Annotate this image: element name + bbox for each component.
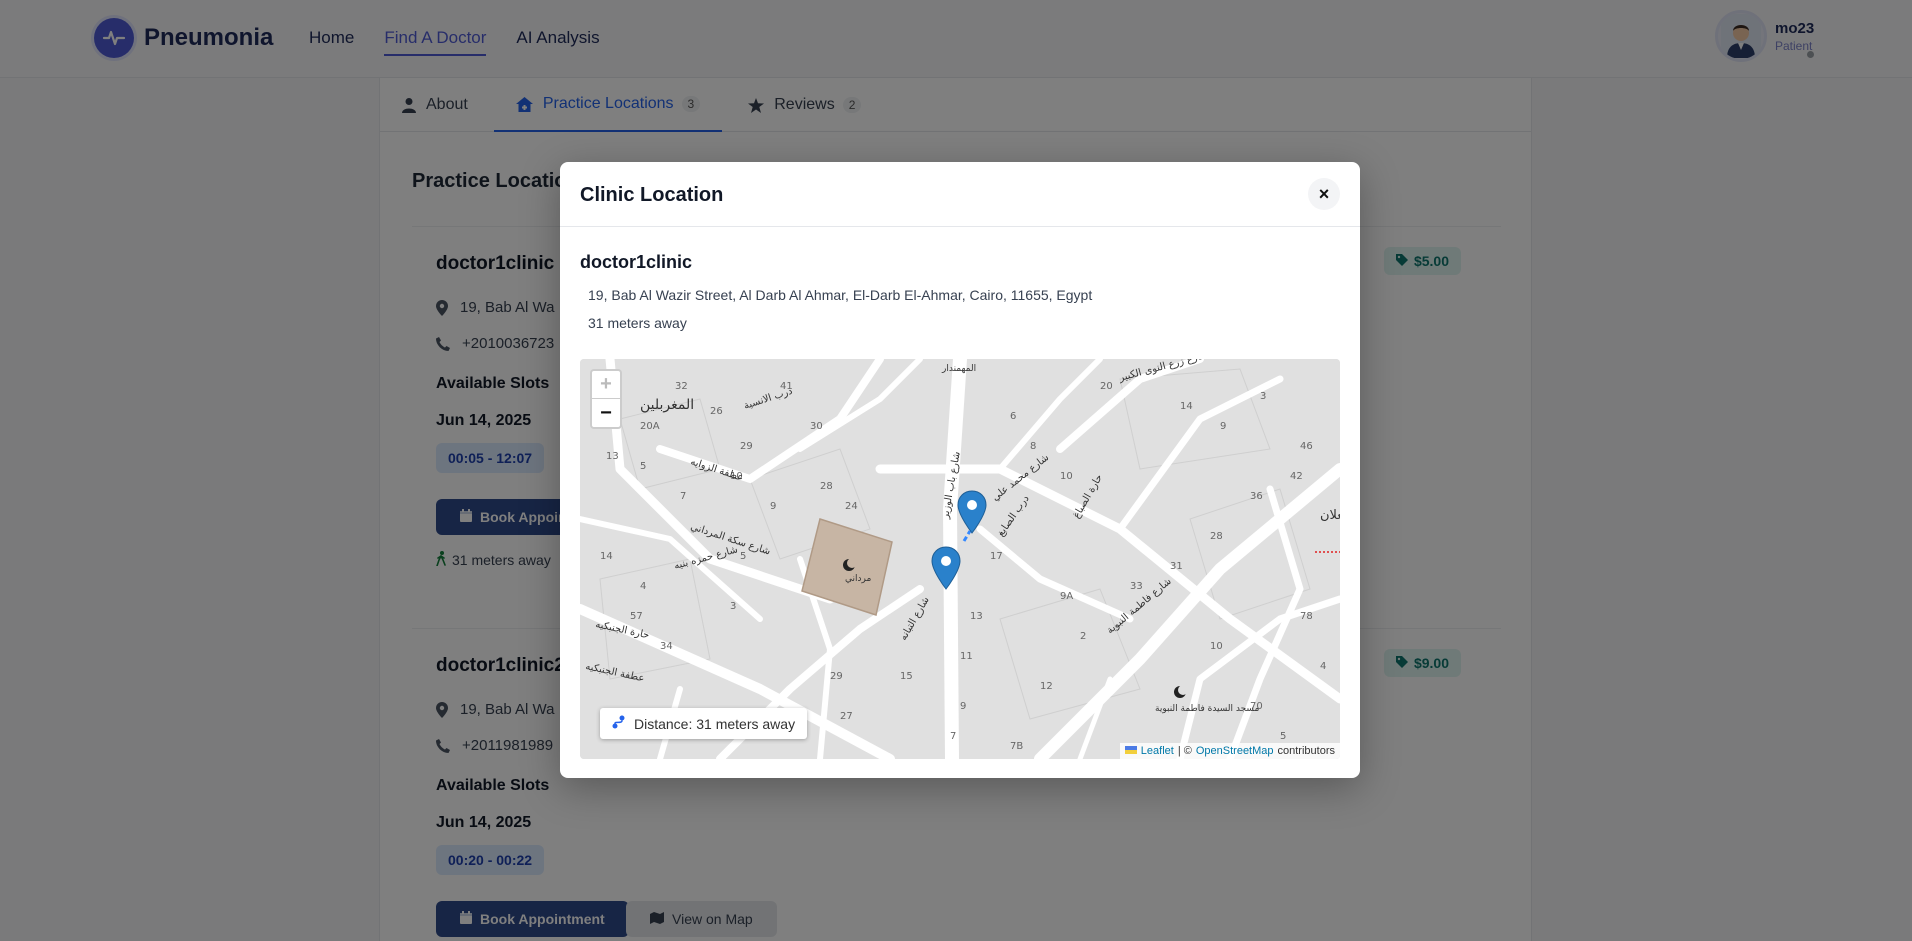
osm-link[interactable]: OpenStreetMap — [1196, 745, 1274, 757]
svg-text:14: 14 — [1180, 401, 1193, 412]
distance-overlay: Distance: 31 meters away — [600, 708, 808, 739]
svg-text:10: 10 — [1210, 641, 1223, 652]
svg-text:5: 5 — [1280, 731, 1286, 742]
modal-title: Clinic Location — [580, 184, 724, 206]
svg-text:9A: 9A — [1060, 591, 1073, 602]
svg-text:9: 9 — [960, 701, 966, 712]
svg-text:33: 33 — [1130, 581, 1143, 592]
svg-text:7: 7 — [950, 731, 956, 742]
svg-text:14: 14 — [600, 551, 613, 562]
map-label: شعلان — [1320, 508, 1340, 523]
svg-text:7: 7 — [680, 491, 686, 502]
ukraine-flag-icon — [1124, 745, 1137, 757]
svg-text:42: 42 — [1290, 471, 1303, 482]
clinic-name: doctor1clinic — [580, 252, 693, 272]
svg-text:24: 24 — [845, 501, 858, 512]
svg-text:7B: 7B — [1010, 741, 1023, 752]
svg-text:27: 27 — [840, 711, 853, 722]
svg-text:31: 31 — [1170, 561, 1183, 572]
map-label: المغربلين — [640, 397, 694, 413]
clinic-location-modal: Clinic Location × doctor1clinic 19, Bab … — [560, 162, 1360, 778]
map-tiles: 20A3226 294130 1357 10928 2468 102014 93… — [580, 359, 1340, 759]
clinic-address: 19, Bab Al Wazir Street, Al Darb Al Ahma… — [588, 287, 1093, 303]
modal-header: Clinic Location × — [560, 162, 1360, 227]
svg-text:4: 4 — [1320, 661, 1326, 672]
zoom-control: + − — [590, 369, 622, 429]
svg-text:20: 20 — [1100, 381, 1113, 392]
map-view[interactable]: 20A 32 26 29 41 30 13 5 7 10 9 28 24 6 8 10 20 14 93… — [580, 359, 1340, 759]
svg-text:57: 57 — [630, 611, 643, 622]
zoom-in-button[interactable]: + — [592, 371, 620, 399]
svg-text:4: 4 — [640, 581, 646, 592]
svg-text:12: 12 — [1040, 681, 1053, 692]
map-label: المهمندار — [941, 364, 976, 374]
svg-text:26: 26 — [710, 406, 723, 417]
svg-text:29: 29 — [830, 671, 843, 682]
svg-text:5: 5 — [740, 551, 746, 562]
svg-text:11: 11 — [960, 651, 973, 662]
clinic-distance: 31 meters away — [588, 315, 687, 331]
zoom-out-button[interactable]: − — [592, 399, 620, 427]
svg-text:29: 29 — [740, 441, 753, 452]
close-button[interactable]: × — [1308, 178, 1340, 210]
svg-text:30: 30 — [810, 421, 823, 432]
svg-text:13: 13 — [606, 451, 619, 462]
svg-text:17: 17 — [990, 551, 1003, 562]
svg-text:3: 3 — [730, 601, 736, 612]
svg-text:2: 2 — [1080, 631, 1086, 642]
svg-text:28: 28 — [1210, 531, 1223, 542]
svg-text:9: 9 — [1220, 421, 1226, 432]
svg-text:3: 3 — [1260, 391, 1266, 402]
svg-text:9: 9 — [770, 501, 776, 512]
svg-text:78: 78 — [1300, 611, 1313, 622]
svg-text:36: 36 — [1250, 491, 1263, 502]
svg-text:28: 28 — [820, 481, 833, 492]
leaflet-link[interactable]: Leaflet — [1141, 745, 1174, 757]
svg-text:20A: 20A — [640, 421, 660, 432]
svg-text:13: 13 — [970, 611, 983, 622]
svg-text:8: 8 — [1030, 441, 1036, 452]
svg-text:5: 5 — [640, 461, 646, 472]
svg-text:46: 46 — [1300, 441, 1313, 452]
svg-text:6: 6 — [1010, 411, 1016, 422]
svg-text:32: 32 — [675, 381, 688, 392]
map-label: مسجد السيدة فاطمة النبوية — [1155, 704, 1259, 714]
svg-text:10: 10 — [1060, 471, 1073, 482]
svg-text:34: 34 — [660, 641, 673, 652]
svg-text:15: 15 — [900, 671, 913, 682]
map-label: مرداني — [845, 574, 871, 584]
route-icon — [612, 715, 626, 732]
map-attribution: Leaflet | © OpenStreetMap contributors — [1119, 743, 1340, 759]
